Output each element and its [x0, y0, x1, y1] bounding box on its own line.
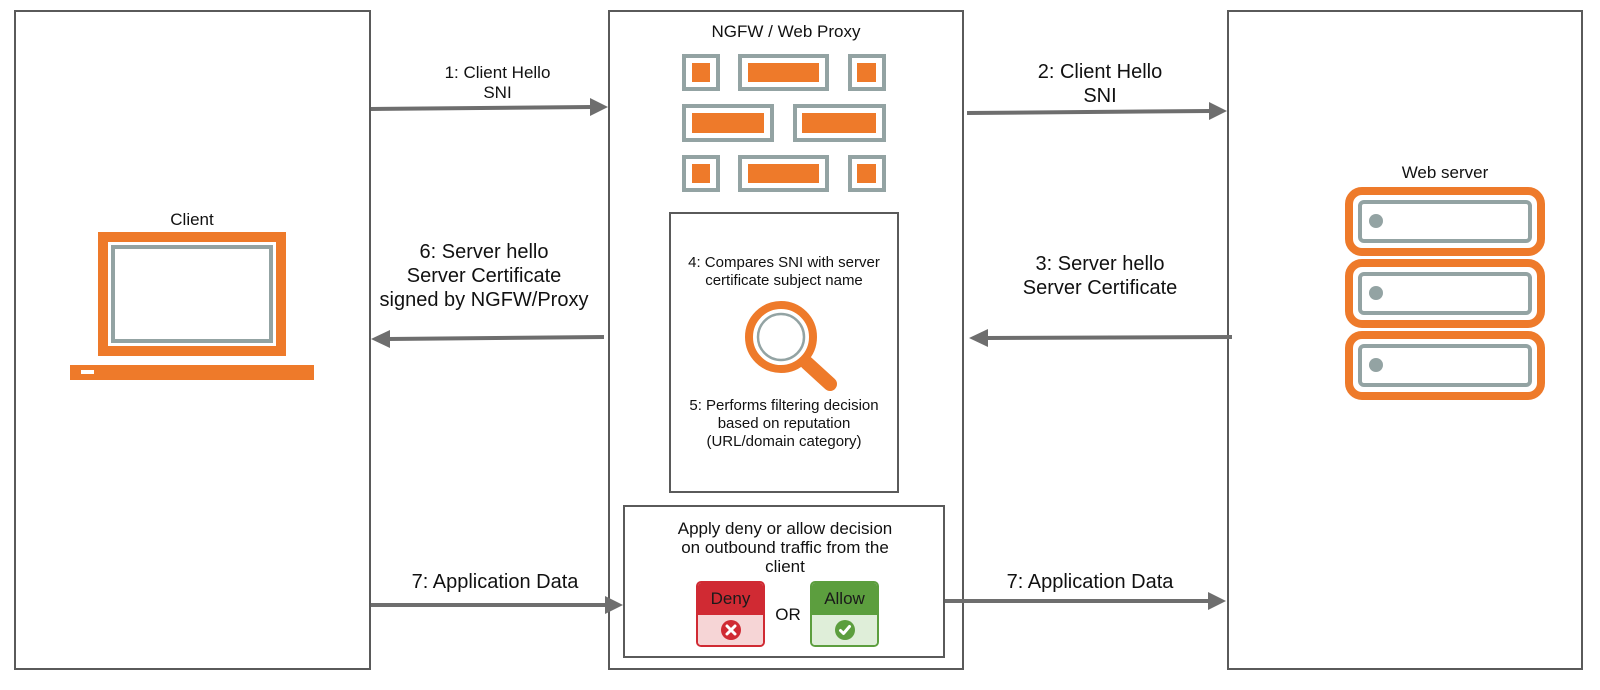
allow-label: Allow — [812, 583, 877, 615]
arrow-step6 — [371, 330, 605, 348]
deny-card: Deny — [696, 581, 765, 647]
inspection-step5-text: 5: Performs filtering decision based on … — [689, 397, 879, 450]
flow-label-step3: 3: Server hello Server Certificate — [1022, 253, 1178, 299]
or-label: OR — [775, 605, 801, 624]
flow-label-step1: 1: Client Hello SNI — [444, 63, 551, 103]
proxy-label: NGFW / Web Proxy — [711, 22, 861, 41]
arrow-step7-proxy-to-server — [945, 592, 1226, 610]
flow-label-step7-right: 7: Application Data — [1006, 571, 1174, 593]
arrow-step3 — [969, 329, 1233, 347]
check-circle-icon — [834, 620, 855, 640]
flow-label-step7-left: 7: Application Data — [411, 571, 579, 593]
diagram-graphics — [70, 54, 1545, 614]
flow-label-step6: 6: Server hello Server Certificate signe… — [379, 241, 589, 311]
x-circle-icon — [720, 620, 741, 640]
server-label: Web server — [1401, 163, 1489, 182]
magnifier-icon — [745, 301, 837, 391]
deny-label: Deny — [698, 583, 763, 615]
laptop-icon — [70, 232, 314, 380]
inspection-step4-text: 4: Compares SNI with server certificate … — [688, 254, 880, 289]
client-label: Client — [170, 210, 214, 229]
arrow-step7-client-to-proxy — [371, 596, 623, 614]
firewall-brick-icon — [682, 54, 886, 192]
flow-label-step2: 2: Client Hello SNI — [1037, 61, 1163, 107]
decision-text: Apply deny or allow decision on outbound… — [677, 519, 893, 577]
allow-card: Allow — [810, 581, 879, 647]
server-rack-icon — [1345, 187, 1545, 400]
